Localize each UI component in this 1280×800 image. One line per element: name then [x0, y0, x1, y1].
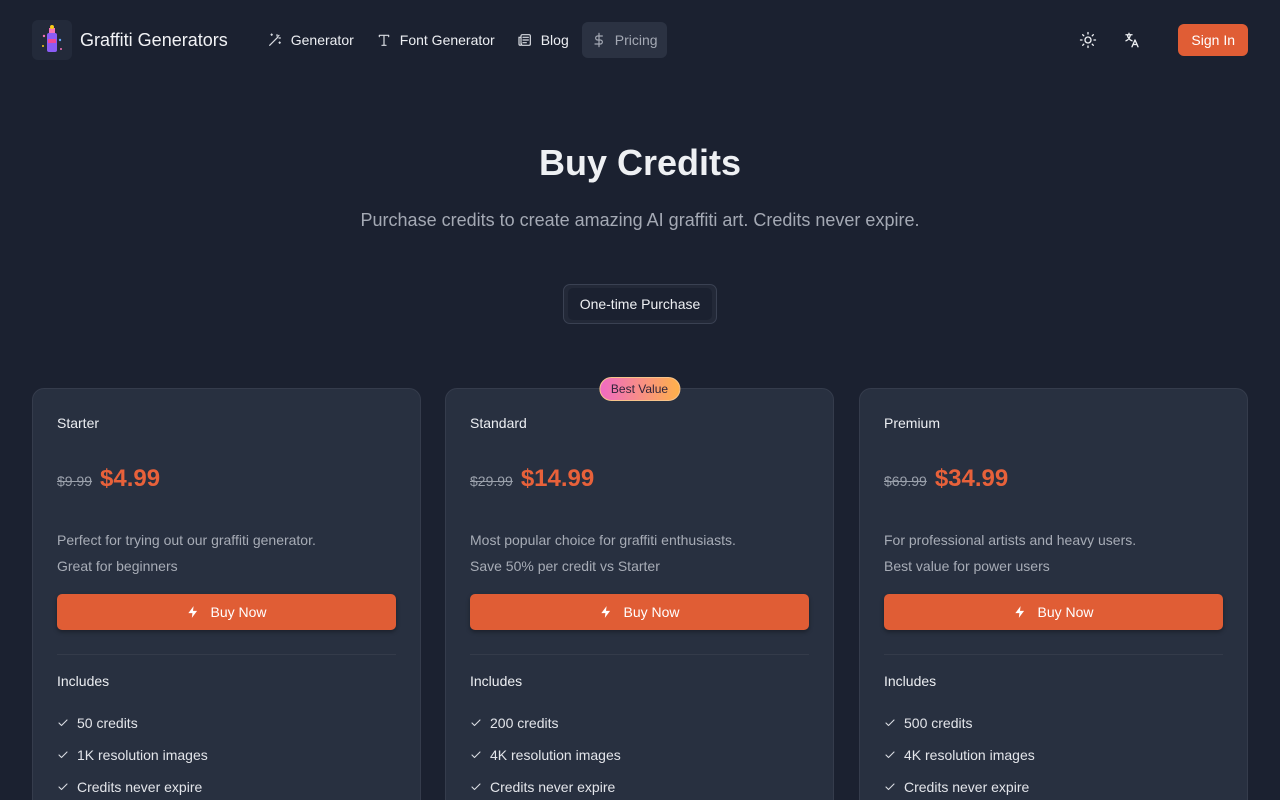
spray-can-icon: [42, 25, 62, 52]
check-icon: [58, 719, 68, 727]
check-icon: [885, 719, 895, 727]
original-price: $69.99: [884, 473, 927, 489]
plan-description-line-1: For professional artists and heavy users…: [884, 532, 1137, 548]
original-price: $9.99: [57, 473, 93, 489]
language-button[interactable]: [1114, 22, 1150, 58]
dollar-icon: [594, 32, 603, 48]
feature-item: 4K resolution images: [470, 739, 621, 771]
best-value-badge: Best Value: [598, 377, 681, 401]
purchase-type-toggle: One-time Purchase: [563, 284, 717, 324]
feature-text: 1K resolution images: [77, 747, 208, 763]
feature-text: 200 credits: [490, 715, 559, 731]
feature-text: 500 credits: [904, 715, 973, 731]
buy-now-button-premium[interactable]: Buy Now: [884, 594, 1223, 630]
divider: [884, 654, 1223, 655]
buy-now-label: Buy Now: [623, 604, 680, 620]
lightning-icon: [601, 606, 611, 618]
buy-now-label: Buy Now: [210, 604, 267, 620]
feature-list: 200 credits 4K resolution images Credits…: [470, 707, 621, 800]
check-icon: [471, 719, 481, 727]
brand-name[interactable]: Graffiti Generators: [80, 30, 228, 51]
buy-now-label: Buy Now: [1037, 604, 1094, 620]
includes-heading: Includes: [470, 673, 523, 689]
feature-item: 4K resolution images: [884, 739, 1035, 771]
check-icon: [885, 783, 895, 791]
includes-heading: Includes: [57, 673, 110, 689]
feature-item: Credits never expire: [884, 771, 1035, 800]
sign-in-button[interactable]: Sign In: [1178, 24, 1248, 56]
buy-now-button-starter[interactable]: Buy Now: [57, 594, 396, 630]
nav-blog-label: Blog: [540, 32, 569, 48]
nav-blog[interactable]: Blog: [508, 22, 578, 58]
feature-list: 500 credits 4K resolution images Credits…: [884, 707, 1035, 800]
type-icon: [378, 34, 390, 46]
sun-icon: [1080, 31, 1097, 49]
plan-name: Starter: [57, 415, 100, 431]
magic-wand-icon: [268, 33, 281, 46]
feature-item: Credits never expire: [470, 771, 621, 800]
theme-toggle-button[interactable]: [1070, 22, 1106, 58]
feature-list: 50 credits 1K resolution images Credits …: [57, 707, 208, 800]
nav-pricing[interactable]: Pricing: [581, 22, 667, 58]
divider: [57, 654, 396, 655]
plan-name: Standard: [470, 415, 527, 431]
feature-item: 200 credits: [470, 707, 621, 739]
price-row: $9.99 $4.99: [57, 465, 160, 493]
plan-description: Most popular choice for graffiti enthusi…: [470, 527, 736, 579]
page-subtitle: Purchase credits to create amazing AI gr…: [360, 210, 920, 230]
lightning-icon: [1015, 606, 1025, 618]
price-row: $29.99 $14.99: [470, 465, 594, 493]
feature-text: Credits never expire: [904, 779, 1030, 795]
nav-generator[interactable]: Generator: [258, 22, 363, 58]
plan-card-premium: Premium $69.99 $34.99 For professional a…: [859, 388, 1248, 800]
feature-text: Credits never expire: [77, 779, 203, 795]
divider: [470, 654, 809, 655]
plan-card-starter: Starter $9.99 $4.99 Perfect for trying o…: [32, 388, 421, 800]
check-icon: [471, 751, 481, 759]
newspaper-icon: [518, 34, 531, 46]
feature-item: Credits never expire: [57, 771, 208, 800]
plan-description-line-1: Most popular choice for graffiti enthusi…: [470, 532, 736, 548]
sale-price: $4.99: [100, 465, 161, 492]
feature-text: Credits never expire: [490, 779, 616, 795]
check-icon: [58, 783, 68, 791]
includes-heading: Includes: [884, 673, 937, 689]
header-actions: Sign In: [1070, 22, 1248, 58]
sale-price: $14.99: [520, 465, 595, 492]
price-row: $69.99 $34.99: [884, 465, 1008, 493]
sale-price: $34.99: [934, 465, 1009, 492]
plan-card-standard: Best Value Standard $29.99 $14.99 Most p…: [445, 377, 834, 800]
feature-item: 50 credits: [57, 707, 208, 739]
page-title: Buy Credits: [538, 142, 742, 183]
translate-icon: [1125, 32, 1140, 48]
plan-name: Premium: [884, 415, 941, 431]
brand-logo[interactable]: [32, 20, 72, 60]
plan-description-line-2: Great for beginners: [57, 558, 178, 574]
main-nav: Generator Font Generator Blog Pricing: [258, 22, 667, 58]
check-icon: [58, 751, 68, 759]
nav-font-generator[interactable]: Font Generator: [367, 22, 504, 58]
plan-description: Perfect for trying out our graffiti gene…: [57, 527, 316, 579]
plan-description-line-2: Best value for power users: [884, 558, 1050, 574]
nav-font-generator-label: Font Generator: [399, 32, 495, 48]
top-header: Graffiti Generators Generator Font Gener…: [0, 0, 1280, 80]
feature-text: 50 credits: [77, 715, 138, 731]
buy-now-button-standard[interactable]: Buy Now: [470, 594, 809, 630]
feature-item: 500 credits: [884, 707, 1035, 739]
check-icon: [471, 783, 481, 791]
feature-item: 1K resolution images: [57, 739, 208, 771]
plan-description-line-2: Save 50% per credit vs Starter: [470, 558, 660, 574]
feature-text: 4K resolution images: [490, 747, 621, 763]
check-icon: [885, 751, 895, 759]
one-time-purchase-tab[interactable]: One-time Purchase: [567, 288, 713, 320]
nav-pricing-label: Pricing: [614, 32, 658, 48]
plan-description-line-1: Perfect for trying out our graffiti gene…: [57, 532, 316, 548]
plan-description: For professional artists and heavy users…: [884, 527, 1136, 579]
lightning-icon: [188, 606, 198, 618]
feature-text: 4K resolution images: [904, 747, 1035, 763]
original-price: $29.99: [470, 473, 513, 489]
nav-generator-label: Generator: [290, 32, 354, 48]
